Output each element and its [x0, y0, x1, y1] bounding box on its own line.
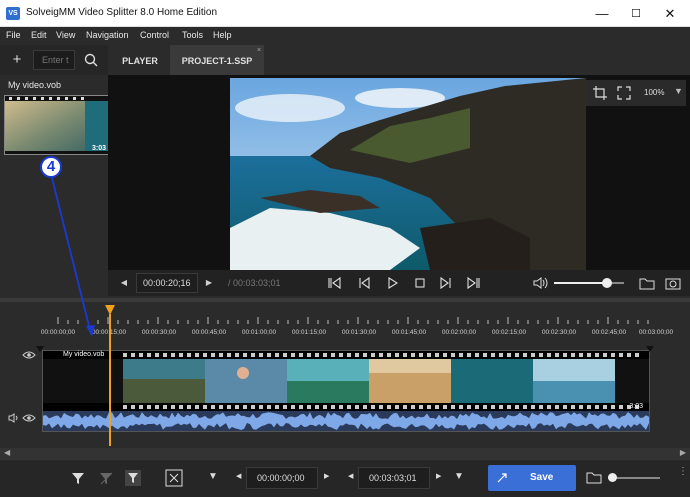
end-time-box[interactable]: 00:03:03;01 [358, 467, 430, 489]
output-folder-icon[interactable] [586, 470, 602, 484]
volume-icon[interactable] [532, 275, 548, 291]
menu-bar: File Edit View Navigation Control Tools … [0, 27, 690, 45]
player-controls: ◀ 00:00:20;16 ▶ / 00:03:03;01 [108, 270, 690, 296]
start-time: 00:00:00;00 [257, 473, 305, 483]
filter-add-icon[interactable] [124, 469, 142, 487]
folder-icon[interactable] [638, 275, 656, 291]
menu-tools[interactable]: Tools [182, 30, 203, 40]
end-time-increment-icon[interactable]: ▶ [436, 472, 441, 480]
ruler-label: 00:02:45;00 [591, 329, 627, 336]
ruler-label: 00:01:30;00 [341, 329, 377, 336]
media-toolbar: + [0, 45, 108, 75]
clip-filmstrip [43, 351, 649, 431]
video-track-clip[interactable]: My video.vob 3:03 [42, 350, 650, 432]
clip-duration: 3:03 [629, 403, 643, 410]
snapshot-icon[interactable] [664, 275, 682, 291]
menu-file[interactable]: File [6, 30, 21, 40]
timeline-zoom-slider[interactable] [608, 473, 660, 482]
volume-slider[interactable] [554, 278, 624, 288]
current-time-box[interactable]: 00:00:20;16 [136, 273, 198, 293]
time-decrement-icon[interactable]: ◀ [118, 275, 130, 291]
window-title: SolveigMM Video Splitter 8.0 Home Editio… [26, 7, 218, 18]
thumbnail-duration: 3:03 [91, 145, 106, 152]
app-icon: VS [6, 7, 20, 20]
filter-icon[interactable] [70, 470, 86, 486]
bottom-toolbar: ▼ ◀ 00:00:00;00 ▶ ◀ 00:03:03;01 ▶ ▼ Save… [0, 461, 690, 497]
playhead-line [109, 314, 111, 446]
next-keyframe-icon[interactable] [466, 275, 482, 291]
ruler-label: 00:03:00;00 [638, 329, 674, 336]
ruler-label: 00:01:45;00 [391, 329, 427, 336]
timeline-scrollbar-top[interactable] [0, 298, 690, 302]
menu-view[interactable]: View [56, 30, 75, 40]
zoom-level[interactable]: 100% [644, 88, 664, 97]
timeline-zoom-knob[interactable] [608, 473, 617, 482]
cut-marker-icon[interactable] [164, 468, 184, 488]
timeline-scrollbar[interactable]: ◀ ▶ [0, 448, 690, 460]
ruler-label: 00:00:00;00 [40, 329, 76, 336]
play-icon[interactable] [384, 275, 400, 291]
menu-edit[interactable]: Edit [31, 30, 47, 40]
menu-control[interactable]: Control [140, 30, 169, 40]
ruler-label: 00:02:00;00 [441, 329, 477, 336]
close-button[interactable]: ✕ [656, 4, 684, 24]
view-controls: 100% ▼ [586, 80, 686, 106]
scroll-left-icon[interactable]: ◀ [4, 448, 10, 457]
tab-close-icon[interactable]: × [257, 47, 261, 54]
prev-frame-icon[interactable] [356, 275, 372, 291]
audio-eye-icon[interactable] [22, 413, 36, 423]
ruler-label: 00:02:30;00 [541, 329, 577, 336]
filter-disabled-icon[interactable] [98, 470, 114, 486]
search-icon [84, 53, 98, 67]
start-time-increment-icon[interactable]: ▶ [324, 472, 329, 480]
eye-icon[interactable] [22, 350, 36, 360]
tab-project[interactable]: PROJECT-1.SSP [170, 45, 264, 75]
title-bar: VS SolveigMM Video Splitter 8.0 Home Edi… [0, 0, 690, 27]
tab-bar: PLAYER PROJECT-1.SSP × [108, 45, 690, 75]
start-time-decrement-icon[interactable]: ◀ [236, 472, 241, 480]
search-button[interactable] [78, 50, 104, 70]
step-annotation-badge: 4 [40, 156, 62, 178]
search-input[interactable] [33, 50, 75, 70]
media-item-title: My video.vob [8, 80, 62, 90]
next-frame-icon[interactable] [438, 275, 454, 291]
save-icon [497, 473, 507, 483]
total-time: / 00:03:03;01 [228, 278, 281, 288]
save-button[interactable]: Save [488, 465, 576, 491]
media-thumbnail[interactable]: 3:03 [4, 95, 110, 155]
tab-player[interactable]: PLAYER [112, 45, 168, 75]
ruler-label: 00:01:15;00 [291, 329, 327, 336]
current-time: 00:00:20;16 [143, 278, 191, 288]
ruler-label: 00:00:30;00 [141, 329, 177, 336]
zoom-dropdown-icon[interactable]: ▼ [674, 86, 683, 96]
video-frame[interactable] [230, 78, 586, 270]
marker-dropdown-icon[interactable]: ▼ [208, 471, 218, 482]
ruler-label: 00:00:45;00 [191, 329, 227, 336]
save-label: Save [530, 472, 554, 483]
start-time-box[interactable]: 00:00:00;00 [246, 467, 318, 489]
volume-knob[interactable] [601, 278, 612, 288]
end-dropdown-icon[interactable]: ▼ [454, 471, 464, 482]
video-frame-image [230, 78, 586, 270]
menu-help[interactable]: Help [213, 30, 232, 40]
maximize-button[interactable]: ☐ [622, 4, 650, 24]
ruler-label: 00:01:00;00 [241, 329, 277, 336]
volume-fill [554, 282, 607, 284]
fullscreen-icon[interactable] [616, 85, 632, 101]
add-media-button[interactable]: + [8, 51, 26, 69]
end-time: 00:03:03;01 [369, 473, 417, 483]
crop-icon[interactable] [592, 85, 608, 101]
time-increment-icon[interactable]: ▶ [203, 275, 215, 291]
ruler-label: 00:02:15;00 [491, 329, 527, 336]
prev-keyframe-icon[interactable] [326, 275, 342, 291]
more-options-icon[interactable]: ⋮ [678, 467, 688, 477]
stop-icon[interactable] [412, 275, 428, 291]
minimize-button[interactable]: — [588, 4, 616, 24]
scroll-right-icon[interactable]: ▶ [680, 448, 686, 457]
audio-icon[interactable] [8, 413, 20, 423]
menu-navigation[interactable]: Navigation [86, 30, 129, 40]
clip-title: My video.vob [63, 351, 105, 358]
end-time-decrement-icon[interactable]: ◀ [348, 472, 353, 480]
